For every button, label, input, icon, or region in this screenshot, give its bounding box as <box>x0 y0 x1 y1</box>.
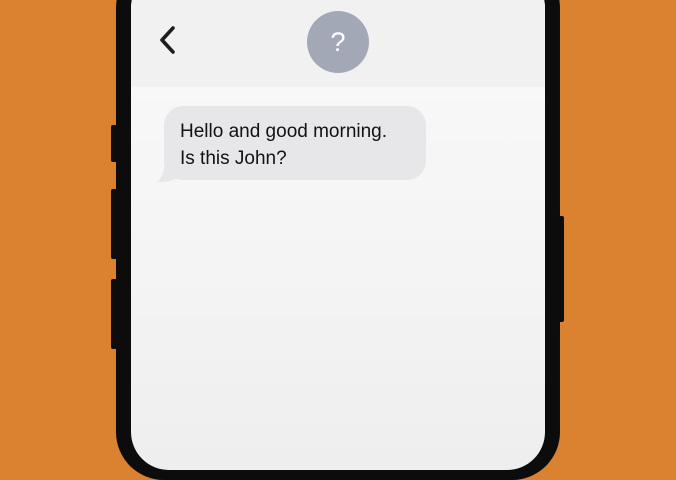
back-button[interactable] <box>151 20 185 60</box>
volume-down-button <box>111 279 117 349</box>
power-button <box>558 216 564 322</box>
messages-screen: ? Hello and good morning. Is this John? <box>131 0 545 470</box>
message-text-line: Hello and good morning. <box>180 121 388 142</box>
unknown-contact-icon: ? <box>330 26 346 57</box>
volume-up-button <box>111 189 117 259</box>
phone-side-button <box>111 125 117 162</box>
incoming-message-bubble[interactable]: Hello and good morning. Is this John? <box>164 106 426 180</box>
contact-avatar[interactable]: ? <box>307 11 369 73</box>
message-text-line: Is this John? <box>180 148 287 169</box>
conversation-header: ? <box>131 0 545 87</box>
chevron-left-icon <box>160 26 175 54</box>
